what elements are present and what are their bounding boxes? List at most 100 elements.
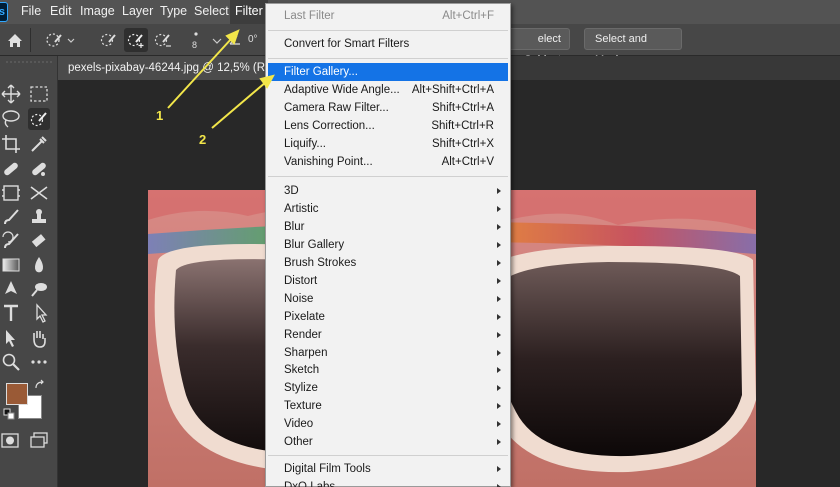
menu-item-lens-correction[interactable]: Lens Correction... Shift+Ctrl+R bbox=[268, 117, 508, 135]
menu-item-sketch[interactable]: Sketch bbox=[268, 361, 508, 379]
more-tools-icon[interactable] bbox=[28, 351, 50, 373]
content-aware-move-icon[interactable] bbox=[28, 182, 50, 204]
menu-item-render[interactable]: Render bbox=[268, 326, 508, 344]
subtract-selection-icon[interactable] bbox=[152, 28, 174, 52]
home-icon[interactable] bbox=[6, 28, 24, 52]
angle-value[interactable]: 0° bbox=[248, 28, 264, 52]
menu-item-digital-film-tools[interactable]: Digital Film Tools bbox=[268, 460, 508, 478]
quick-selection-tool-icon[interactable] bbox=[28, 108, 50, 130]
menu-item-stylize[interactable]: Stylize bbox=[268, 379, 508, 397]
label: Video bbox=[284, 418, 314, 430]
menu-file[interactable]: File bbox=[21, 0, 41, 24]
menu-separator bbox=[268, 58, 508, 59]
type-tool-icon[interactable] bbox=[0, 302, 22, 324]
panel-grip-icon bbox=[6, 61, 52, 63]
menu-select[interactable]: Select bbox=[194, 0, 229, 24]
menu-item-blur-gallery[interactable]: Blur Gallery bbox=[268, 236, 508, 254]
menu-layer[interactable]: Layer bbox=[122, 0, 153, 24]
label: Texture bbox=[284, 400, 322, 412]
submenu-arrow-icon bbox=[497, 367, 501, 373]
brush-size-value: 8 bbox=[192, 40, 198, 50]
chevron-down-icon[interactable] bbox=[210, 28, 224, 52]
hand-tool-icon[interactable] bbox=[28, 327, 50, 349]
crop-tool-icon[interactable] bbox=[0, 133, 22, 155]
blur-tool-icon[interactable] bbox=[28, 254, 50, 276]
swap-colors-icon[interactable] bbox=[34, 379, 46, 391]
divider bbox=[30, 28, 31, 52]
quick-mask-icon[interactable] bbox=[0, 429, 22, 451]
submenu-arrow-icon bbox=[497, 242, 501, 248]
marquee-tool-icon[interactable] bbox=[28, 83, 50, 105]
label: Blur bbox=[284, 221, 305, 233]
menu-item-distort[interactable]: Distort bbox=[268, 272, 508, 290]
history-brush-icon[interactable] bbox=[0, 230, 22, 252]
screen-mode-icon[interactable] bbox=[28, 429, 50, 451]
menu-item-dxo-labs[interactable]: DxO Labs bbox=[268, 478, 508, 487]
foreground-color-swatch-top[interactable] bbox=[6, 383, 28, 405]
eyedropper-tool-icon[interactable] bbox=[28, 133, 50, 155]
frame-tool-icon[interactable] bbox=[0, 182, 22, 204]
menu-item-sharpen[interactable]: Sharpen bbox=[268, 344, 508, 362]
eraser-tool-icon[interactable] bbox=[28, 230, 50, 252]
menu-item-filter-gallery[interactable]: Filter Gallery... bbox=[268, 63, 508, 81]
menu-item-noise[interactable]: Noise bbox=[268, 290, 508, 308]
shortcut: Alt+Ctrl+V bbox=[441, 156, 494, 168]
shortcut: Alt+Ctrl+F bbox=[442, 10, 494, 22]
label: Lens Correction... bbox=[284, 120, 375, 132]
submenu-arrow-icon bbox=[497, 260, 501, 266]
patch-tool-icon[interactable] bbox=[28, 158, 50, 180]
menu-separator bbox=[268, 176, 508, 177]
menu-item-blur[interactable]: Blur bbox=[268, 218, 508, 236]
label: Sketch bbox=[284, 364, 320, 376]
submenu-arrow-icon bbox=[497, 224, 501, 230]
submenu-arrow-icon bbox=[497, 314, 501, 320]
menu-item-texture[interactable]: Texture bbox=[268, 397, 508, 415]
tool-preset-picker[interactable] bbox=[42, 28, 76, 52]
healing-brush-tool-icon[interactable] bbox=[0, 158, 22, 180]
path-selection-icon[interactable] bbox=[28, 302, 50, 324]
menu-item-3d[interactable]: 3D bbox=[268, 182, 508, 200]
submenu-arrow-icon bbox=[497, 332, 501, 338]
direct-selection-icon[interactable] bbox=[0, 327, 22, 349]
label: Distort bbox=[284, 275, 318, 287]
brush-tool-icon[interactable] bbox=[0, 206, 22, 228]
menu-type[interactable]: Type bbox=[160, 0, 187, 24]
submenu-arrow-icon bbox=[497, 188, 501, 194]
annotation-step-2: 2 bbox=[199, 132, 207, 147]
menu-item-vanishing-point[interactable]: Vanishing Point... Alt+Ctrl+V bbox=[268, 153, 508, 171]
label: Last Filter bbox=[284, 10, 335, 22]
new-selection-icon[interactable] bbox=[98, 28, 120, 52]
menu-item-brush-strokes[interactable]: Brush Strokes bbox=[268, 254, 508, 272]
submenu-arrow-icon bbox=[497, 439, 501, 445]
menu-item-video[interactable]: Video bbox=[268, 415, 508, 433]
add-to-selection-icon[interactable] bbox=[124, 28, 148, 52]
menu-filter[interactable]: Filter bbox=[230, 0, 268, 24]
lasso-tool-icon[interactable] bbox=[0, 108, 22, 130]
menu-item-adaptive-wide-angle[interactable]: Adaptive Wide Angle... Alt+Shift+Ctrl+A bbox=[268, 81, 508, 99]
shortcut: Shift+Ctrl+R bbox=[431, 120, 494, 132]
pen-tool-icon[interactable] bbox=[0, 278, 22, 300]
gradient-tool-icon[interactable] bbox=[0, 254, 22, 276]
menu-image[interactable]: Image bbox=[80, 0, 115, 24]
submenu-arrow-icon bbox=[497, 278, 501, 284]
photoshop-logo-icon: Ps bbox=[0, 2, 8, 22]
clone-stamp-tool-icon[interactable] bbox=[28, 206, 50, 228]
move-tool-icon[interactable] bbox=[0, 83, 22, 105]
shortcut: Alt+Shift+Ctrl+A bbox=[411, 84, 494, 96]
default-colors-icon[interactable] bbox=[3, 408, 15, 420]
menu-item-camera-raw-filter[interactable]: Camera Raw Filter... Shift+Ctrl+A bbox=[268, 99, 508, 117]
document-tab[interactable]: pexels-pixabay-46244.jpg @ 12,5% (RGB bbox=[58, 56, 273, 80]
menu-item-artistic[interactable]: Artistic bbox=[268, 200, 508, 218]
select-and-mask-button[interactable]: Select and Mask... bbox=[584, 28, 682, 66]
label: Liquify... bbox=[284, 138, 326, 150]
menu-item-other[interactable]: Other bbox=[268, 433, 508, 451]
submenu-arrow-icon bbox=[497, 466, 501, 472]
menu-item-pixelate[interactable]: Pixelate bbox=[268, 308, 508, 326]
menu-item-liquify[interactable]: Liquify... Shift+Ctrl+X bbox=[268, 135, 508, 153]
brush-size-picker[interactable]: 8 bbox=[183, 28, 209, 52]
zoom-tool-icon[interactable] bbox=[0, 351, 22, 373]
dodge-tool-icon[interactable] bbox=[28, 278, 50, 300]
menu-edit[interactable]: Edit bbox=[50, 0, 72, 24]
label: 3D bbox=[284, 185, 299, 197]
menu-item-convert-smart-filters[interactable]: Convert for Smart Filters bbox=[268, 35, 508, 53]
